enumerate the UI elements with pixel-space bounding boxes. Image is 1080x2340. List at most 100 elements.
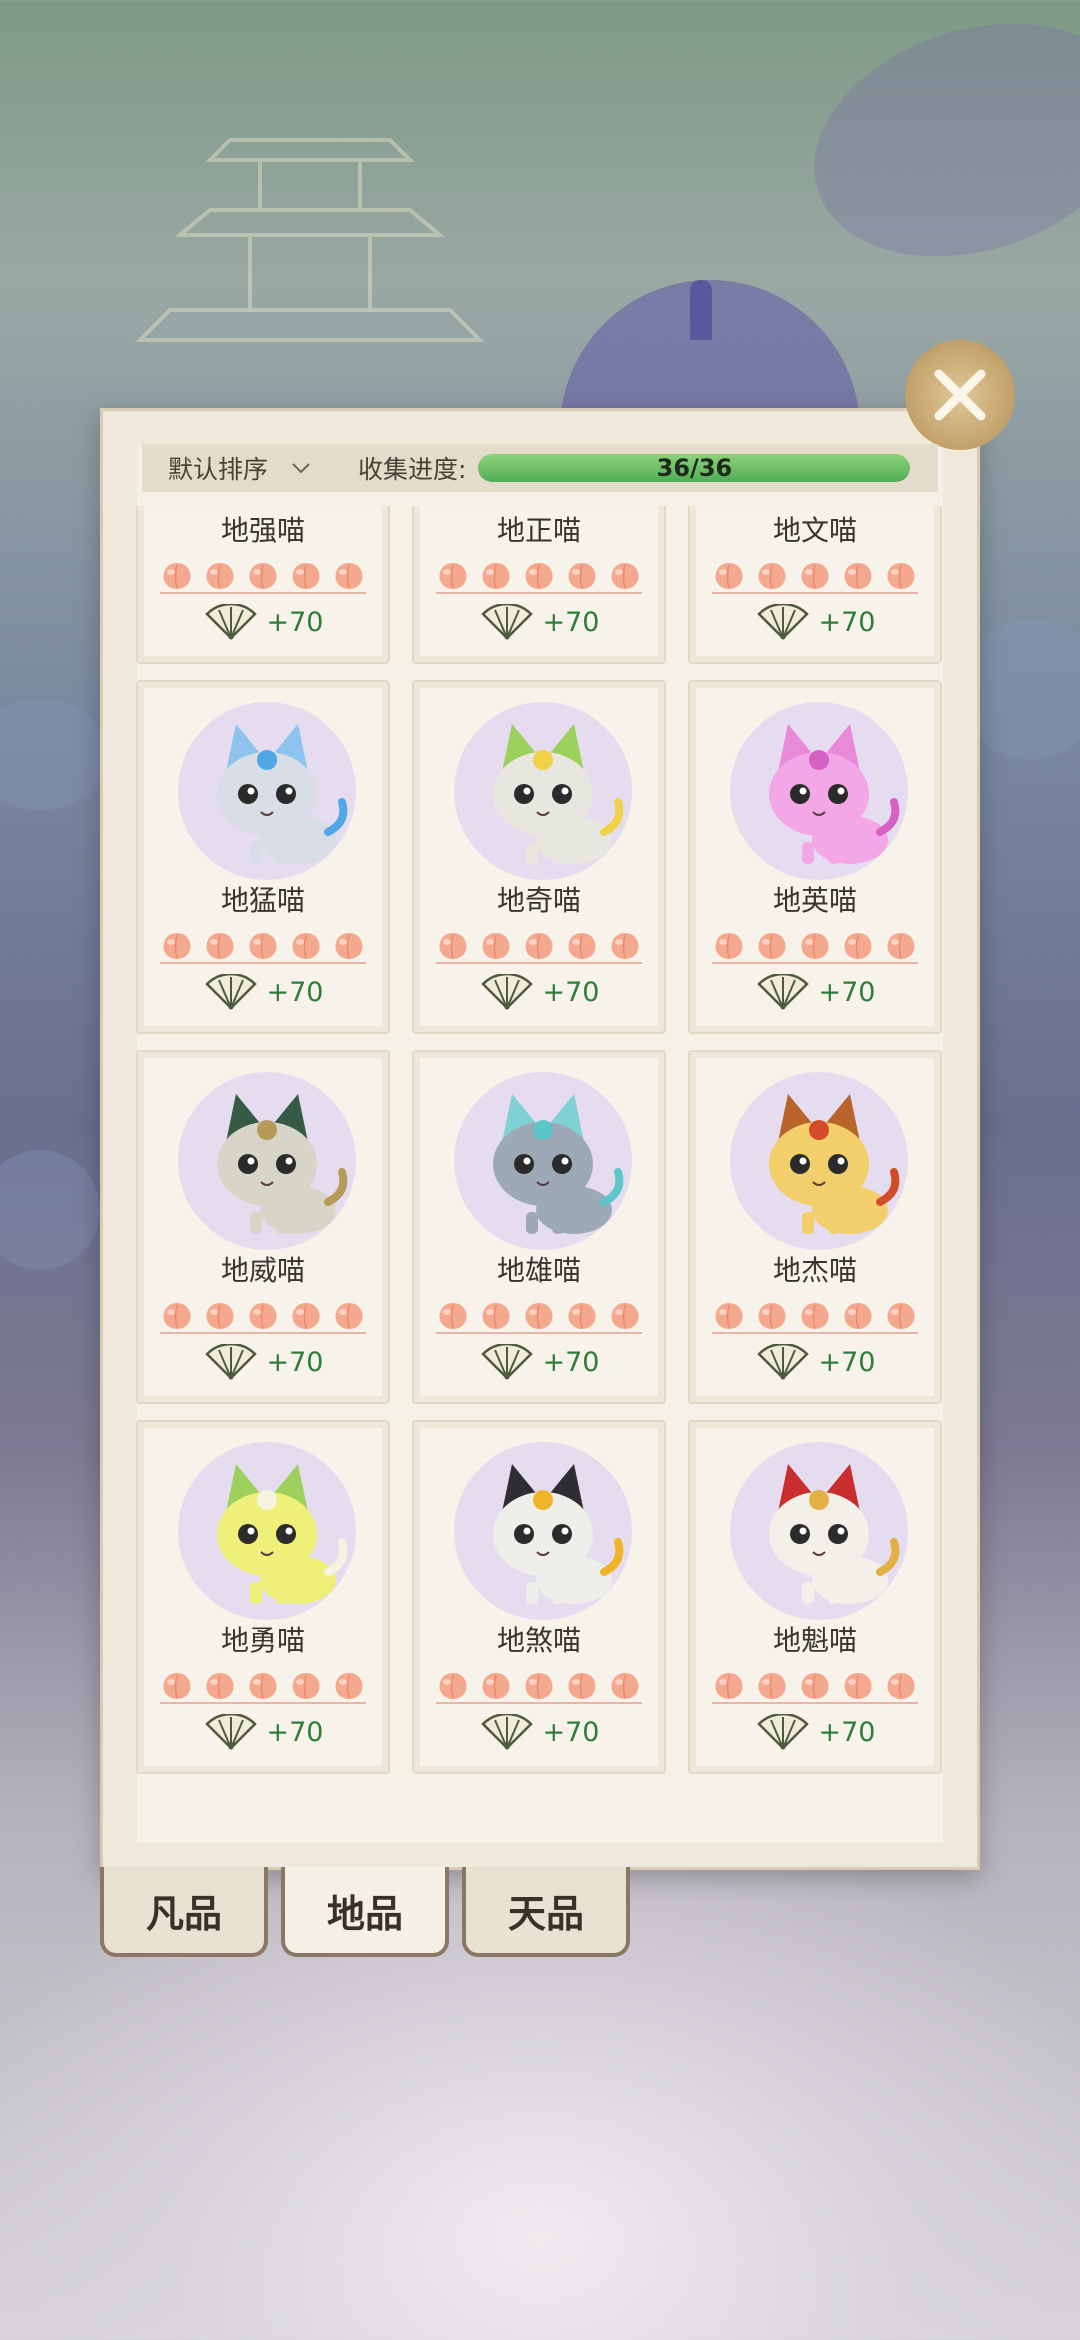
peach-icon [525, 933, 553, 959]
bonus-value: +70 [818, 976, 876, 1008]
peach-icon [525, 1673, 553, 1699]
peach-icon [801, 563, 829, 589]
cat-portrait [730, 702, 908, 880]
peach-icon [801, 1673, 829, 1699]
cat-name: 地英喵 [772, 884, 857, 917]
peach-rating [434, 929, 644, 961]
peach-icon [758, 563, 786, 589]
bonus: +70 [690, 604, 940, 640]
peach-icon [482, 933, 510, 959]
bonus: +70 [138, 604, 388, 640]
cat-card[interactable]: 地猛喵 +70 [136, 680, 390, 1034]
tab-tianpin[interactable]: 天品 [462, 1867, 630, 1957]
cat-card[interactable]: 地强喵 +70 [136, 506, 390, 664]
fan-icon [204, 604, 257, 640]
sort-label: 默认排序 [168, 455, 269, 484]
cat-portrait-icon [217, 1094, 348, 1234]
close-button[interactable] [905, 340, 1015, 450]
cat-card[interactable]: 地文喵 +70 [688, 506, 942, 664]
cat-card[interactable]: 地正喵 +70 [412, 506, 666, 664]
bonus: +70 [414, 1344, 664, 1380]
peach-icon [249, 1303, 277, 1329]
peach-icon [249, 1673, 277, 1699]
cat-portrait [730, 1442, 908, 1620]
peach-icon [292, 1303, 320, 1329]
peach-icon [206, 933, 234, 959]
bonus: +70 [414, 974, 664, 1010]
peach-icon [163, 1303, 191, 1329]
bonus: +70 [690, 1344, 940, 1380]
peach-icon [206, 563, 234, 589]
peach-icon [568, 933, 596, 959]
peach-icon [335, 1303, 363, 1329]
peach-icon [801, 933, 829, 959]
peach-icon [335, 1673, 363, 1699]
fan-icon [204, 1714, 257, 1750]
cat-card[interactable]: 地奇喵 +70 [412, 680, 666, 1034]
cat-portrait [454, 702, 632, 880]
peach-rating [158, 1299, 368, 1331]
cat-card[interactable]: 地雄喵 +70 [412, 1050, 666, 1404]
peach-icon [292, 933, 320, 959]
fan-icon [756, 1714, 809, 1750]
tab-dipin[interactable]: 地品 [281, 1867, 449, 1957]
cat-portrait [178, 702, 356, 880]
background-temple [135, 138, 485, 342]
bonus-value: +70 [542, 606, 600, 638]
peach-rating [158, 1669, 368, 1701]
cat-portrait [178, 1072, 356, 1250]
cat-card[interactable]: 地威喵 +70 [136, 1050, 390, 1404]
background-wing [784, 0, 1080, 296]
peach-icon [611, 563, 639, 589]
peach-icon [335, 563, 363, 589]
peach-icon [163, 1673, 191, 1699]
cat-card[interactable]: 地勇喵 +70 [136, 1420, 390, 1774]
bonus-value: +70 [818, 1716, 876, 1748]
cat-portrait-icon [769, 724, 900, 864]
peach-rating [158, 929, 368, 961]
cat-card[interactable]: 地魁喵 +70 [688, 1420, 942, 1774]
peach-icon [844, 563, 872, 589]
cat-portrait [178, 1442, 356, 1620]
fan-icon [204, 974, 257, 1010]
peach-icon [887, 563, 915, 589]
cat-card[interactable]: 地杰喵 +70 [688, 1050, 942, 1404]
bonus: +70 [138, 1714, 388, 1750]
bonus-value: +70 [542, 1346, 600, 1378]
bonus-value: +70 [266, 606, 324, 638]
cat-name: 地文喵 [772, 514, 857, 547]
peach-icon [525, 1303, 553, 1329]
fan-icon [480, 604, 533, 640]
peach-icon [439, 1673, 467, 1699]
cat-card[interactable]: 地煞喵 +70 [412, 1420, 666, 1774]
peach-rating [710, 929, 920, 961]
chevron-down-icon [292, 463, 310, 474]
peach-icon [439, 563, 467, 589]
fan-icon [756, 974, 809, 1010]
peach-icon [715, 933, 743, 959]
peach-icon [758, 1303, 786, 1329]
tab-fanpin[interactable]: 凡品 [100, 1867, 268, 1957]
divider [160, 1702, 366, 1704]
fan-icon [480, 1714, 533, 1750]
cat-name: 地威喵 [220, 1254, 305, 1287]
peach-icon [568, 1673, 596, 1699]
divider [436, 1332, 642, 1334]
divider [160, 962, 366, 964]
tab-label: 天品 [507, 1891, 584, 1936]
cat-card[interactable]: 地英喵 +70 [688, 680, 942, 1034]
peach-rating [710, 1299, 920, 1331]
cat-name: 地强喵 [220, 514, 305, 547]
fan-icon [480, 974, 533, 1010]
bonus: +70 [414, 604, 664, 640]
cat-portrait-icon [217, 1464, 348, 1604]
bonus-value: +70 [266, 1716, 324, 1748]
divider [712, 962, 918, 964]
divider [712, 592, 918, 594]
cat-name: 地正喵 [496, 514, 581, 547]
peach-icon [292, 563, 320, 589]
sort-dropdown[interactable]: 默认排序 [168, 450, 358, 486]
cat-portrait [454, 1072, 632, 1250]
peach-rating [710, 1669, 920, 1701]
peach-icon [887, 1303, 915, 1329]
